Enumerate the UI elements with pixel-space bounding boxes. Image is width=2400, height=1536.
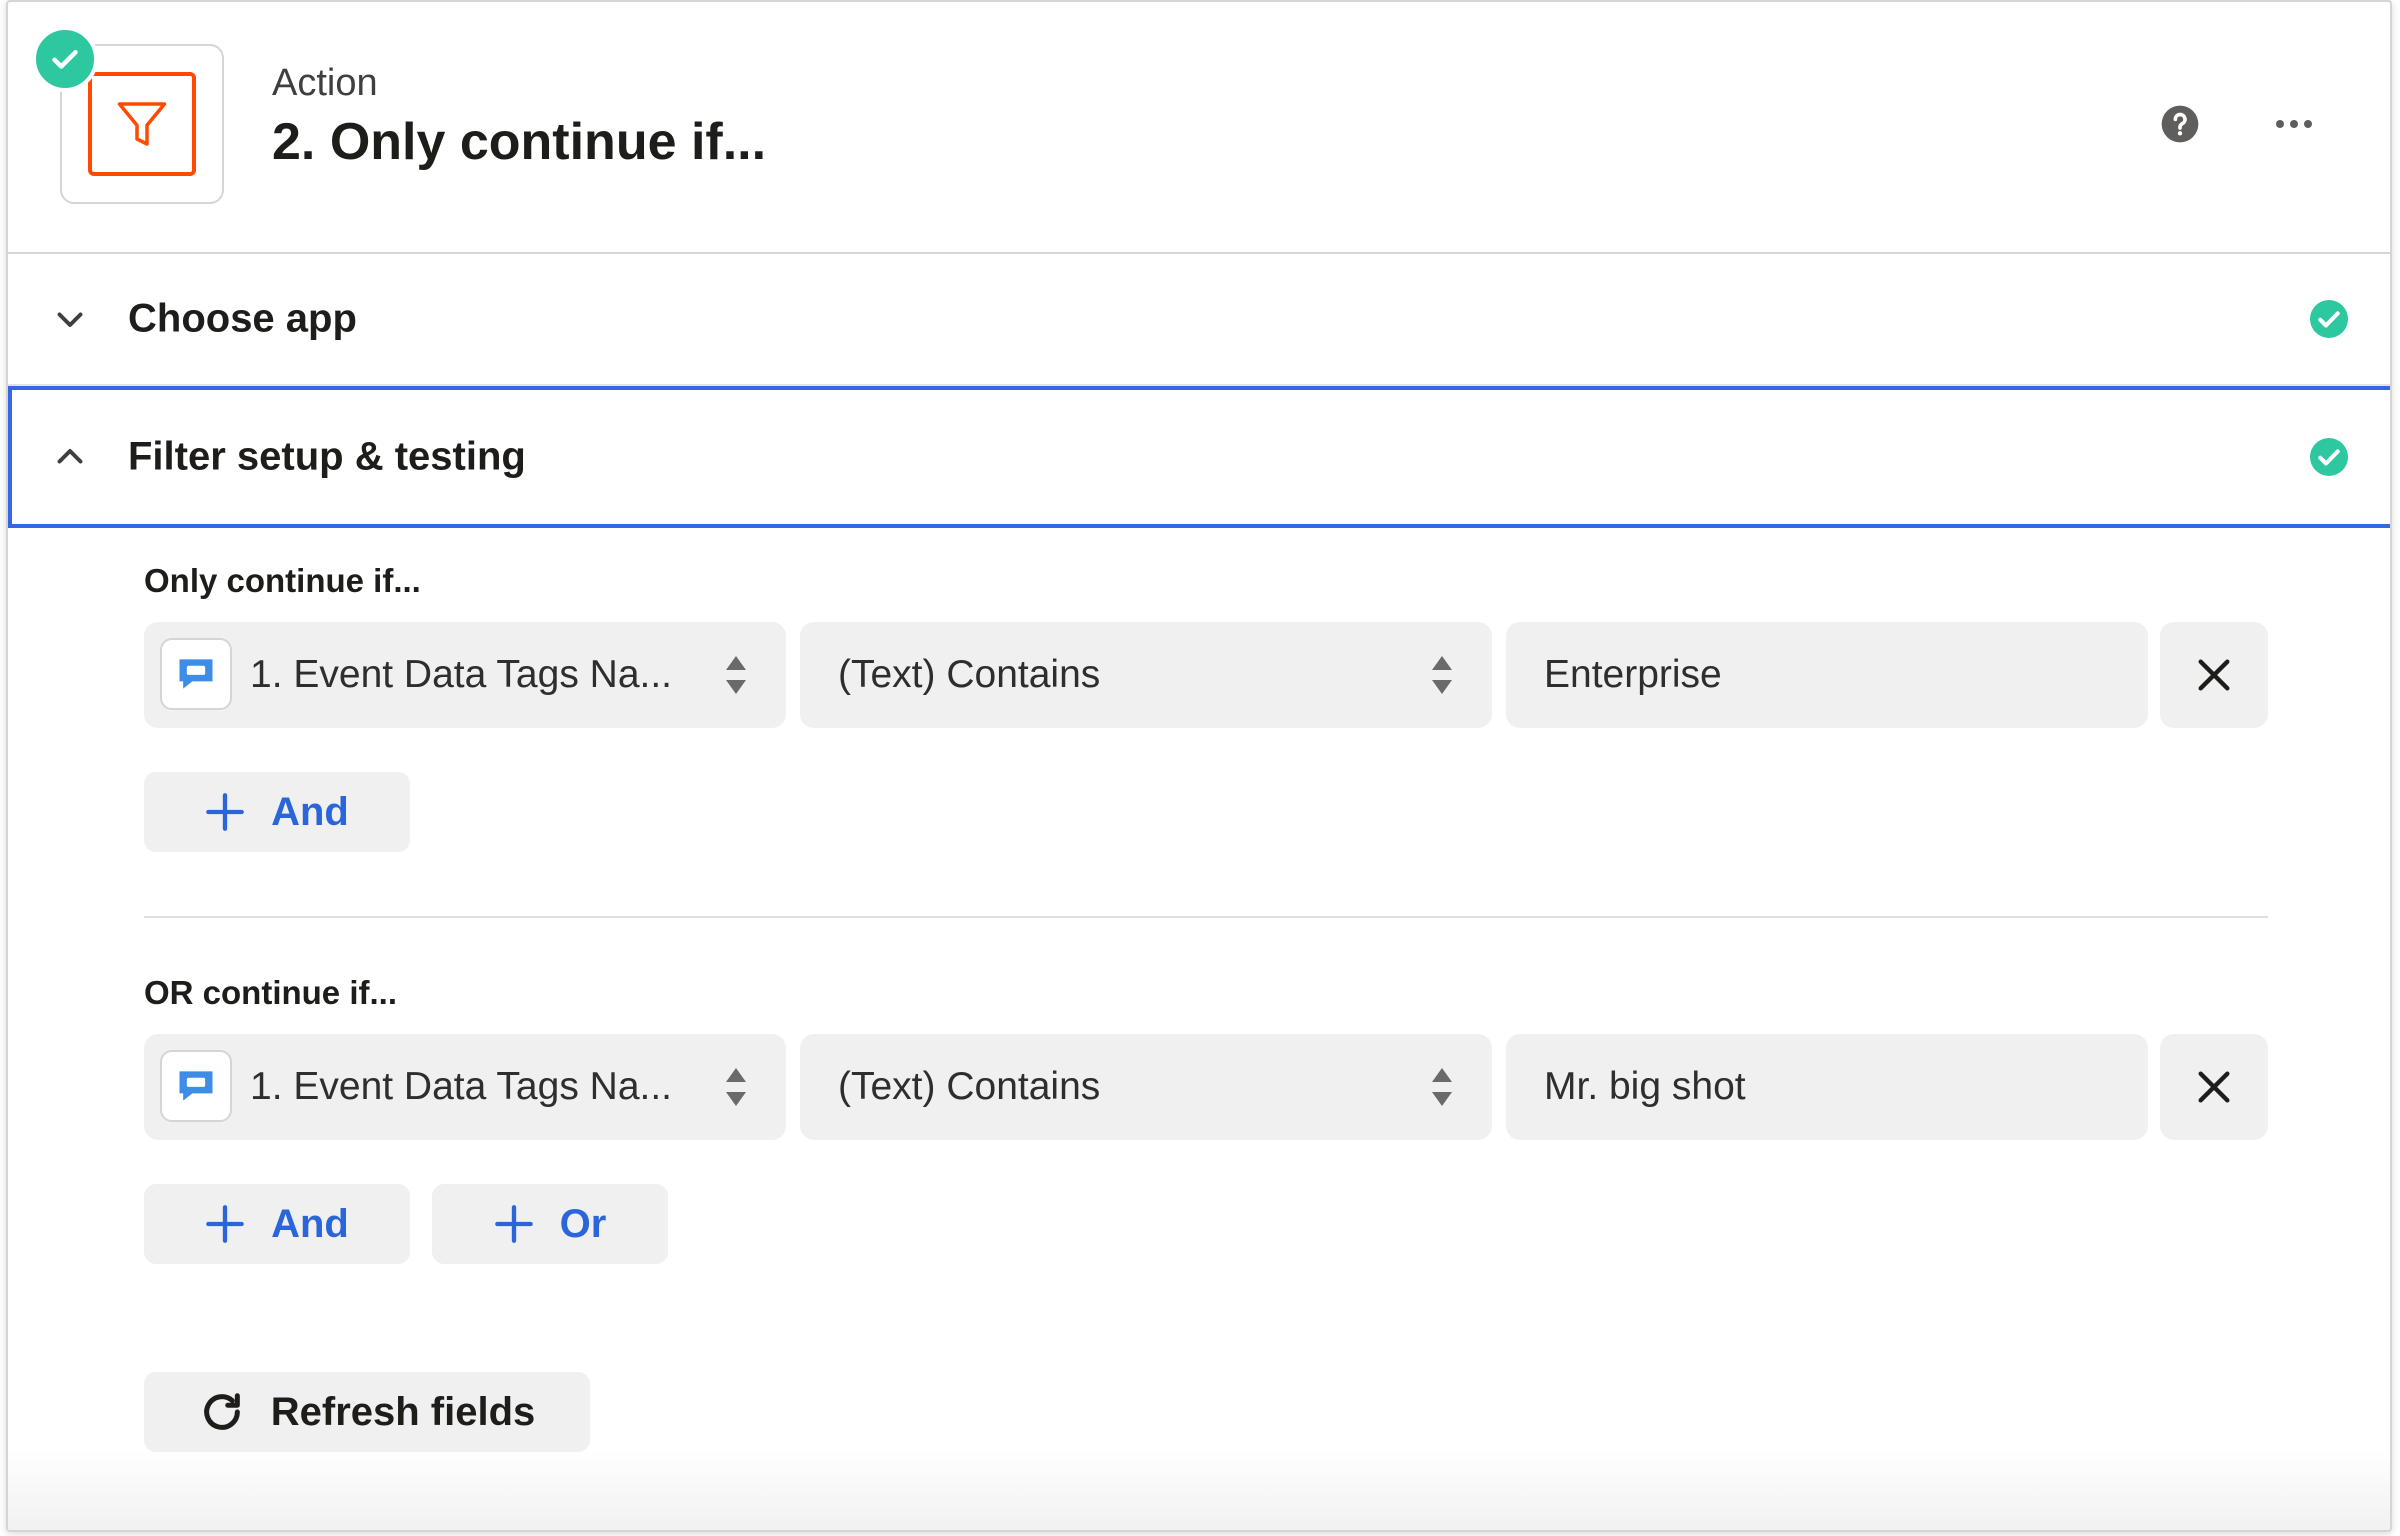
chevron-down-icon [57, 312, 83, 327]
sort-arrows-icon [1432, 1068, 1452, 1106]
close-icon [2198, 1071, 2230, 1103]
value-text: Mr. big shot [1544, 1065, 1746, 1108]
refresh-fields-button[interactable]: Refresh fields [144, 1372, 590, 1452]
condition-row: 1. Event Data Tags Na... (Text) Contains… [144, 1034, 2268, 1140]
operator-value: (Text) Contains [838, 653, 1101, 696]
value-text: Enterprise [1544, 653, 1722, 696]
value-input[interactable]: Enterprise [1506, 622, 2148, 728]
value-input[interactable]: Mr. big shot [1506, 1034, 2148, 1140]
add-and-button[interactable]: And [144, 772, 410, 852]
refresh-icon [203, 1393, 240, 1430]
add-and-button[interactable]: And [144, 1184, 410, 1264]
group-divider [144, 916, 2268, 918]
page-title: 2. Only continue if... [272, 113, 767, 171]
check-circle-icon [2310, 300, 2348, 338]
group-label: OR continue if... [144, 974, 397, 1011]
refresh-fields-label: Refresh fields [270, 1389, 536, 1434]
step-kind: Action [272, 62, 378, 104]
add-and-label: And [271, 1201, 349, 1246]
add-and-label: And [271, 789, 349, 834]
section-label: Choose app [128, 296, 357, 341]
add-or-label: Or [559, 1201, 607, 1246]
operator-select[interactable]: (Text) Contains [800, 622, 1492, 728]
remove-condition-button[interactable] [2160, 622, 2268, 728]
filter-app-box [88, 72, 196, 176]
section-label: Filter setup & testing [128, 434, 526, 479]
more-horizontal-icon[interactable] [2272, 110, 2316, 138]
help-circle-icon[interactable] [2160, 104, 2200, 144]
step-panel: Action 2. Only continue if... Choose app… [6, 0, 2392, 1532]
operator-value: (Text) Contains [838, 1065, 1101, 1108]
add-or-button[interactable]: Or [432, 1184, 668, 1264]
step-header: Action 2. Only continue if... [8, 2, 2390, 254]
chevron-up-icon [57, 449, 83, 464]
section-choose-app[interactable]: Choose app [8, 254, 2390, 386]
plus-icon [494, 1205, 533, 1243]
chat-app-icon [160, 638, 232, 710]
remove-condition-button[interactable] [2160, 1034, 2268, 1140]
section-filter-setup[interactable]: Filter setup & testing [8, 386, 2390, 528]
check-circle-icon [2310, 438, 2348, 476]
plus-icon [206, 1205, 244, 1243]
chat-app-icon [160, 1050, 232, 1122]
source-field-select[interactable]: 1. Event Data Tags Na... [144, 1034, 786, 1140]
close-icon [2198, 659, 2230, 691]
sort-arrows-icon [726, 656, 746, 694]
bottom-fade [8, 1450, 2390, 1530]
source-field-select[interactable]: 1. Event Data Tags Na... [144, 622, 786, 728]
plus-icon [206, 793, 244, 831]
operator-select[interactable]: (Text) Contains [800, 1034, 1492, 1140]
filter-icon [117, 102, 167, 146]
sort-arrows-icon [726, 1068, 746, 1106]
source-field-value: 1. Event Data Tags Na... [250, 1065, 673, 1108]
sort-arrows-icon [1432, 656, 1452, 694]
check-circle-icon [32, 26, 98, 92]
group-label: Only continue if... [144, 562, 421, 599]
condition-row: 1. Event Data Tags Na... (Text) Contains… [144, 622, 2268, 728]
source-field-value: 1. Event Data Tags Na... [250, 653, 673, 696]
